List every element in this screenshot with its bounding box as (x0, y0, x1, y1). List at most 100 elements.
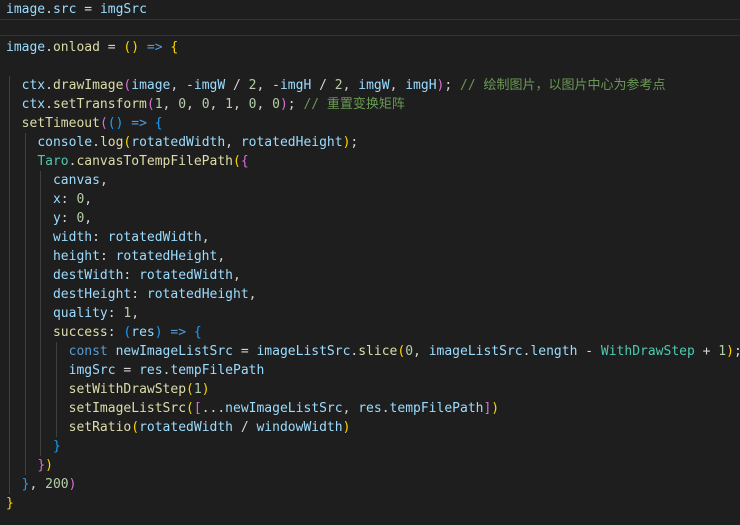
code-token: res (131, 325, 155, 340)
code-line[interactable]: setRatio(rotatedWidth / windowWidth) (0, 418, 740, 437)
code-token: 0 (272, 97, 280, 112)
code-line[interactable]: image.onload = () => { (0, 38, 740, 57)
code-line[interactable]: width: rotatedWidth, (0, 228, 740, 247)
code-line[interactable]: image.src = imgSrc (0, 0, 740, 19)
code-token: setRatio (68, 420, 132, 435)
code-token: = (115, 363, 140, 378)
code-line[interactable]: quality: 1, (0, 304, 740, 323)
code-token: quality (52, 306, 108, 321)
code-line[interactable] (0, 57, 740, 76)
code-token: + (694, 344, 719, 359)
code-token: ) (68, 477, 77, 492)
code-token: destHeight (52, 287, 132, 302)
code-token: height (52, 249, 100, 264)
code-token: rotatedWidth (107, 230, 202, 245)
code-line[interactable]: setImageListSrc([...newImageListSrc, res… (0, 399, 740, 418)
code-line[interactable]: destHeight: rotatedHeight, (0, 285, 740, 304)
code-token: console (37, 135, 93, 150)
code-line[interactable]: ctx.setTransform(1, 0, 0, 1, 0, 0); // 重… (0, 95, 740, 114)
code-line[interactable]: } (0, 494, 740, 513)
code-token: 0 (405, 344, 414, 359)
code-token: 0 (178, 97, 187, 112)
code-token: rotatedWidth (139, 420, 233, 435)
code-line[interactable]: Taro.canvasToTempFilePath({ (0, 152, 740, 171)
code-token: res (139, 363, 163, 378)
code-line[interactable]: y: 0, (0, 209, 740, 228)
code-token: ( (233, 154, 241, 169)
code-token: , (342, 78, 359, 93)
code-line[interactable]: setTimeout(() => { (0, 114, 740, 133)
code-token: : (131, 287, 147, 302)
code-token: imgSrc (99, 2, 147, 17)
code-token: { (154, 116, 163, 131)
code-line[interactable]: success: (res) => { (0, 323, 740, 342)
code-line[interactable]: } (0, 437, 740, 456)
code-token: x (52, 192, 61, 207)
code-token: imgH (279, 78, 312, 93)
code-token: : (99, 249, 116, 264)
code-line[interactable]: }, 200) (0, 475, 740, 494)
code-line[interactable]: ctx.drawImage(image, -imgW / 2, -imgH / … (0, 76, 740, 95)
code-editor[interactable]: image.src = imgSrc image.onload = () => {… (0, 0, 740, 525)
code-token: canvasToTempFilePath (76, 154, 233, 169)
code-line[interactable]: const newImageListSrc = imageListSrc.sli… (0, 342, 740, 361)
code-token: } (52, 439, 61, 454)
code-token: imgW (358, 78, 390, 93)
code-token: imgSrc (68, 363, 116, 378)
code-token: . (45, 78, 53, 93)
code-token: : (107, 306, 124, 321)
code-line[interactable]: imgSrc = res.tempFilePath (0, 361, 740, 380)
code-token: ) (131, 40, 140, 55)
code-token: // 绘制图片，以图片中心为参考点 (460, 78, 666, 93)
code-token: setWithDrawStep (68, 382, 187, 397)
code-token: ) (279, 97, 288, 112)
code-token: / (311, 78, 335, 93)
code-line[interactable]: setWithDrawStep(1) (0, 380, 740, 399)
code-token: setTimeout (21, 116, 100, 131)
code-token: ) (726, 344, 734, 359)
code-token: ) (154, 325, 163, 340)
code-token: tempFilePath (389, 401, 484, 416)
code-line[interactable]: canvas, (0, 171, 740, 190)
code-token: , (413, 344, 429, 359)
code-token: image (6, 2, 46, 17)
code-token: { (240, 154, 249, 169)
code-token: ... (201, 401, 226, 416)
code-token: ; (734, 344, 740, 359)
code-token: src (52, 2, 77, 17)
code-line[interactable]: destWidth: rotatedWidth, (0, 266, 740, 285)
code-token: rotatedHeight (146, 287, 249, 302)
code-token: success (52, 325, 108, 340)
line-separator (0, 19, 740, 20)
code-line[interactable]: console.log(rotatedWidth, rotatedHeight)… (0, 133, 740, 152)
code-token: tempFilePath (170, 363, 265, 378)
code-line[interactable]: }) (0, 456, 740, 475)
code-token: 2 (334, 78, 343, 93)
code-line[interactable]: height: rotatedHeight, (0, 247, 740, 266)
code-token: , (209, 97, 226, 112)
code-line[interactable]: x: 0, (0, 190, 740, 209)
code-token: = (99, 40, 124, 55)
code-token: ( (186, 401, 194, 416)
code-token: 1 (154, 97, 163, 112)
code-token: rotatedHeight (115, 249, 218, 264)
code-token: { (193, 325, 202, 340)
code-token: / (233, 420, 257, 435)
code-token: - (577, 344, 601, 359)
code-token: 1 (225, 97, 233, 112)
code-token: // 重置变换矩阵 (303, 97, 405, 112)
code-token: imageListSrc (428, 344, 523, 359)
code-token: const (68, 344, 108, 359)
